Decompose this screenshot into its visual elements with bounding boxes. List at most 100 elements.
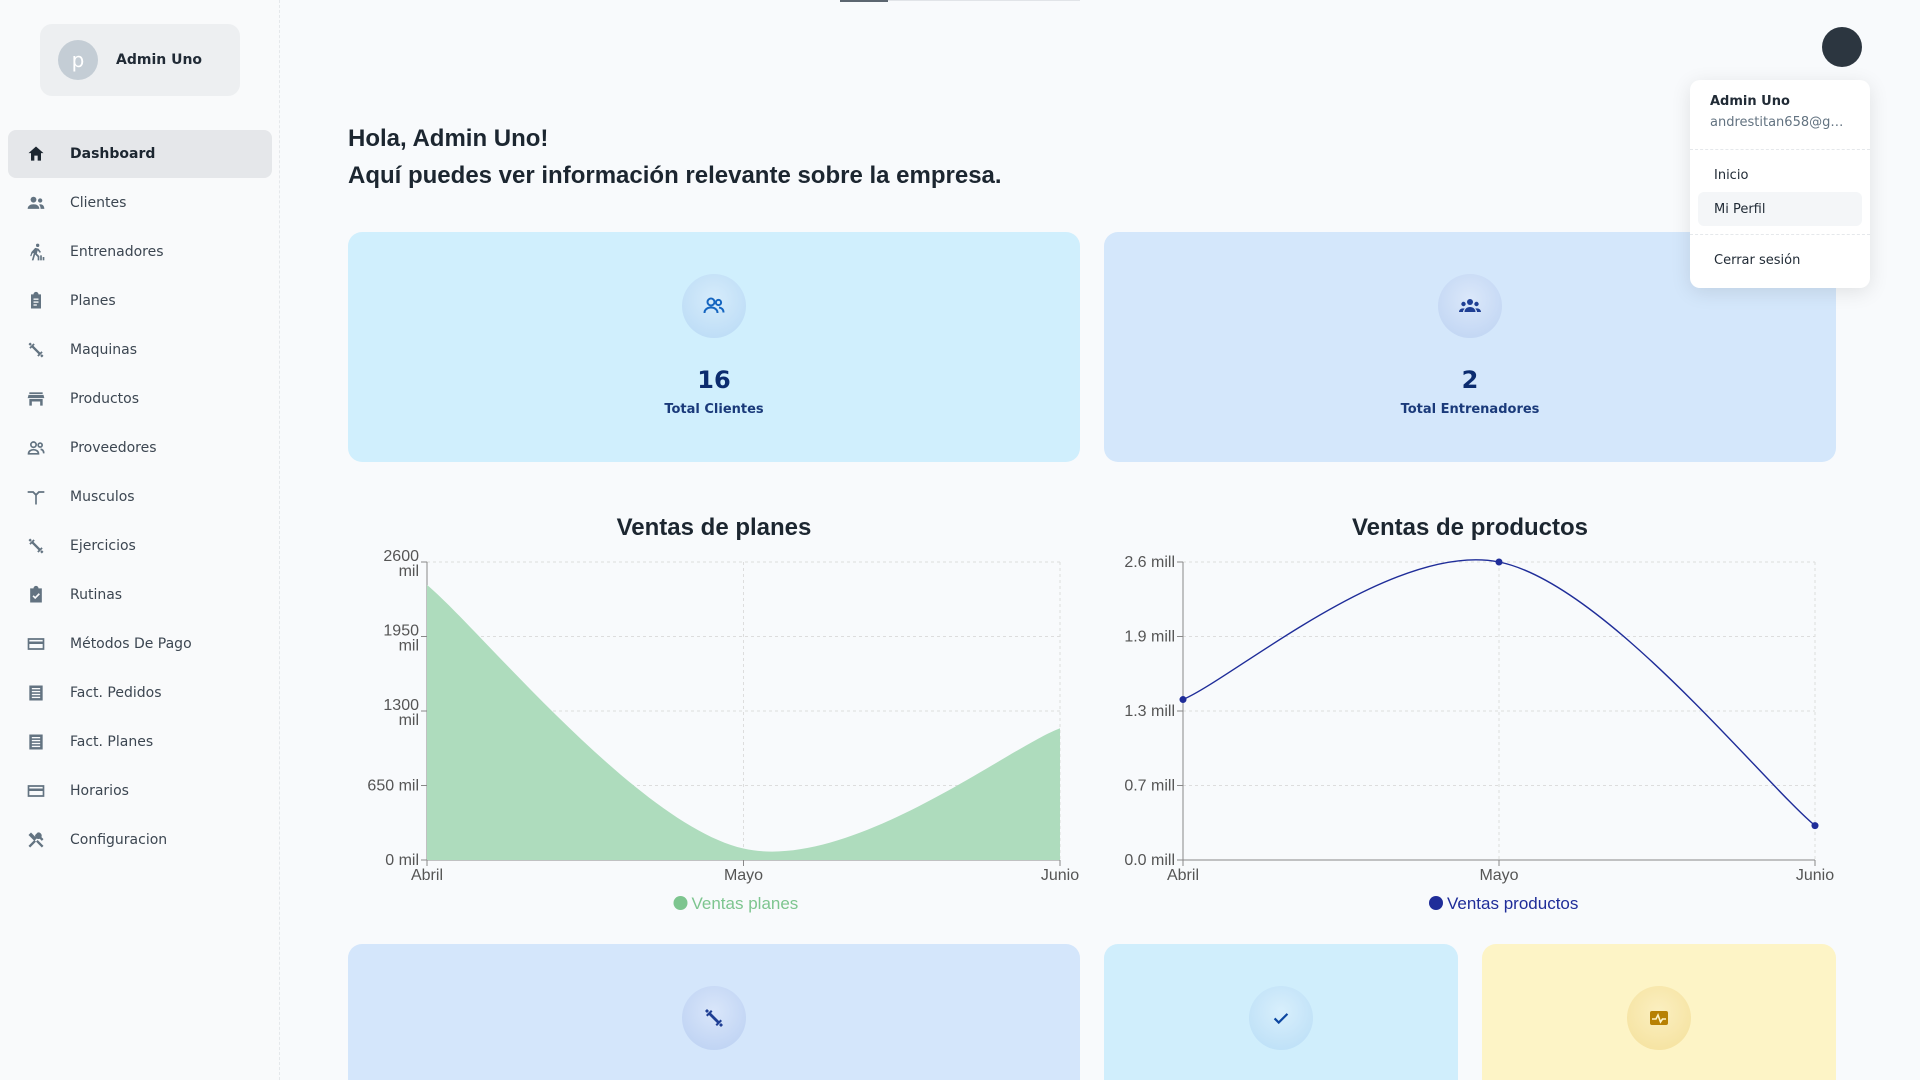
avatar: p (58, 40, 98, 80)
check-icon (1249, 986, 1313, 1050)
sidebar-item-label: Productos (70, 391, 140, 407)
stat-card-maquinas (348, 944, 1080, 1080)
user-menu: Admin Uno andrestitan658@gmail.com Inici… (1690, 80, 1870, 288)
sidebar-item-clientes[interactable]: Clientes (8, 179, 272, 227)
greeting-subtitle: Aquí puedes ver información relevante so… (348, 162, 1002, 189)
sidebar-item-label: Entrenadores (70, 244, 164, 260)
muscle-icon (24, 485, 48, 509)
pulse-icon (1627, 986, 1691, 1050)
y-tick-label: 0.7 mill (1124, 778, 1175, 795)
stat-card-clientes: 16 Total Clientes (348, 232, 1080, 462)
y-tick-label: 1.9 mill (1124, 629, 1175, 646)
sidebar-item-label: Proveedores (70, 440, 157, 456)
y-tick-label: 2600 mil (383, 548, 419, 580)
greeting-title: Hola, Admin Uno! (348, 125, 549, 152)
x-tick-label: Junio (1796, 867, 1834, 884)
sidebar-item-maquinas[interactable]: Maquinas (8, 326, 272, 374)
x-tick-label: Abril (411, 867, 443, 884)
sidebar-item-fact-pedidos[interactable]: Fact. Pedidos (8, 669, 272, 717)
stat-value: 2 (1461, 366, 1479, 394)
stat-label: Total Clientes (664, 402, 764, 417)
credit-card-icon (24, 779, 48, 803)
people-icon (24, 191, 48, 215)
series-area (427, 584, 1060, 860)
data-point (1811, 822, 1819, 830)
tools-icon (24, 828, 48, 852)
sidebar-item-rutinas[interactable]: Rutinas (8, 571, 272, 619)
receipt-icon (24, 730, 48, 754)
sidebar-item-dashboard[interactable]: Dashboard (8, 130, 272, 178)
dumbbell-icon (24, 338, 48, 362)
y-tick-label: 1950 mil (383, 623, 419, 655)
menu-item-cerrar-sesion[interactable]: Cerrar sesión (1698, 243, 1862, 277)
sidebar-item-horarios[interactable]: Horarios (8, 767, 272, 815)
x-tick-label: Abril (1167, 867, 1199, 884)
people-icon (682, 274, 746, 338)
sidebar-item-planes[interactable]: Planes (8, 277, 272, 325)
sidebar-item-label: Ejercicios (70, 538, 136, 554)
top-tab-indicator (840, 0, 1080, 2)
receipt-icon (24, 681, 48, 705)
page-greeting: Hola, Admin Uno! Aquí puedes ver informa… (348, 120, 1002, 194)
menu-item-mi-perfil[interactable]: Mi Perfil (1698, 192, 1862, 226)
sidebar-item-entrenadores[interactable]: Entrenadores (8, 228, 272, 276)
legend-marker (1429, 896, 1443, 910)
data-point (1495, 558, 1503, 566)
sidebar-item-productos[interactable]: Productos (8, 375, 272, 423)
stat-card-rutinas (1104, 944, 1458, 1080)
sidebar: p Admin Uno Dashboard Clientes Entrenadore… (0, 0, 280, 1080)
user-avatar-button[interactable] (1822, 27, 1862, 67)
sidebar-item-label: Dashboard (70, 146, 156, 162)
x-tick-label: Mayo (1479, 867, 1518, 884)
sidebar-item-label: Horarios (70, 783, 129, 799)
trainer-icon (24, 240, 48, 264)
sidebar-item-label: Fact. Pedidos (70, 685, 162, 701)
sidebar-item-ejercicios[interactable]: Ejercicios (8, 522, 272, 570)
home-icon (24, 142, 48, 166)
sidebar-item-label: Clientes (70, 195, 127, 211)
sidebar-item-label: Fact. Planes (70, 734, 154, 750)
menu-item-inicio[interactable]: Inicio (1698, 158, 1862, 192)
sidebar-item-métodos-de-pago[interactable]: Métodos De Pago (8, 620, 272, 668)
stat-value: 16 (697, 366, 731, 394)
legend-label: Ventas planes (692, 894, 799, 913)
sidebar-nav: Dashboard Clientes Entrenadores Planes Maqui… (8, 130, 272, 865)
account-name: Admin Uno (116, 52, 203, 68)
y-tick-label: 1.3 mill (1124, 703, 1175, 720)
chart-ventas-productos: 0.0 mill0.7 mill1.3 mill1.9 mill2.6 mill… (1124, 554, 1834, 913)
chart-title-productos: Ventas de productos (1351, 514, 1589, 541)
sidebar-item-configuracion[interactable]: Configuracion (8, 816, 272, 864)
sidebar-item-musculos[interactable]: Musculos (8, 473, 272, 521)
y-tick-label: 650 mil (367, 778, 419, 795)
sidebar-item-label: Métodos De Pago (70, 636, 192, 652)
sidebar-item-label: Rutinas (70, 587, 123, 603)
y-tick-label: 2.6 mill (1124, 554, 1175, 571)
groups-icon (1438, 274, 1502, 338)
clipboard-icon (24, 289, 48, 313)
legend-marker (673, 896, 688, 910)
stat-card-actividad (1482, 944, 1836, 1080)
dumbbell-icon (24, 534, 48, 558)
sidebar-item-label: Musculos (70, 489, 135, 505)
sidebar-item-label: Maquinas (70, 342, 138, 358)
user-menu-header: Admin Uno andrestitan658@gmail.com (1690, 80, 1870, 150)
x-tick-label: Mayo (724, 867, 763, 884)
sidebar-item-proveedores[interactable]: Proveedores (8, 424, 272, 472)
sidebar-item-label: Planes (70, 293, 116, 309)
credit-card-icon (24, 632, 48, 656)
people-outline-icon (24, 436, 48, 460)
legend-label: Ventas productos (1447, 894, 1578, 913)
user-menu-email: andrestitan658@gmail.com (1710, 115, 1850, 130)
clipboard-check-icon (24, 583, 48, 607)
account-card[interactable]: p Admin Uno (40, 24, 240, 96)
user-menu-name: Admin Uno (1710, 94, 1790, 109)
dumbbell-icon (682, 986, 746, 1050)
y-tick-label: 1300 mil (383, 697, 419, 729)
data-point (1179, 696, 1187, 704)
store-icon (24, 387, 48, 411)
stat-label: Total Entrenadores (1400, 402, 1540, 417)
chart-title-planes: Ventas de planes (616, 514, 812, 541)
sidebar-item-fact-planes[interactable]: Fact. Planes (8, 718, 272, 766)
x-tick-label: Junio (1041, 867, 1079, 884)
chart-ventas-planes: 0 mil650 mil1300 mil1950 mil2600 milAbril Ma… (367, 548, 1079, 913)
